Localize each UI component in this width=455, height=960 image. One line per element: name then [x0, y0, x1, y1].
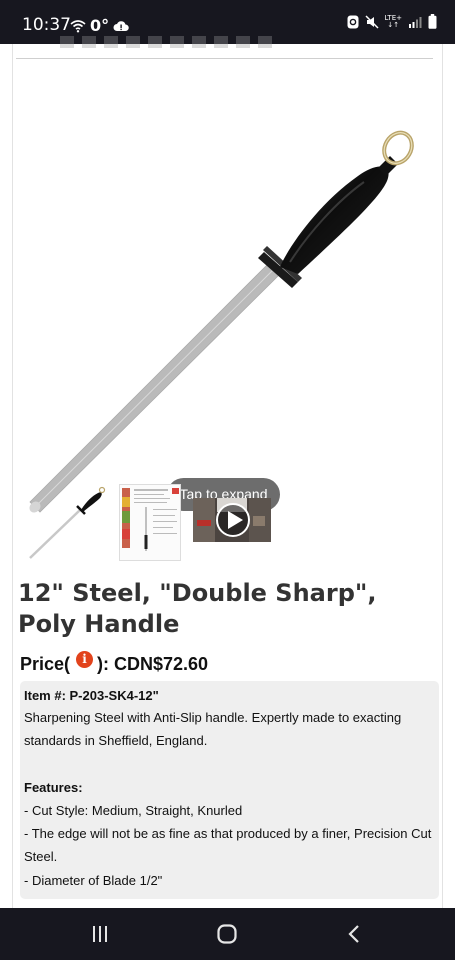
- status-temperature: 0°: [90, 16, 110, 35]
- back-button[interactable]: [339, 922, 369, 946]
- play-icon: [216, 503, 250, 537]
- status-time: 10:37: [22, 15, 71, 35]
- info-icon[interactable]: i: [76, 650, 94, 668]
- feature-item: - The edge will not be as fine as that p…: [24, 826, 432, 865]
- product-main-image[interactable]: Tap to expand: [18, 84, 438, 524]
- divider: [16, 58, 433, 59]
- features-heading: Features:: [24, 779, 83, 795]
- thumbnail-video[interactable]: [193, 498, 271, 542]
- thumbnail-steel[interactable]: [26, 484, 106, 562]
- signal-icon: [409, 16, 422, 28]
- feature-item: - Diameter of Blade 1/2": [24, 872, 163, 888]
- item-number: Item #: P-203-SK4-12": [24, 688, 159, 703]
- truncated-header-text: [60, 36, 280, 48]
- thumbnail-catalog-sheet[interactable]: [119, 484, 181, 561]
- cloud-alert-icon: [113, 20, 129, 31]
- battery-icon: [428, 14, 437, 29]
- product-title: 12" Steel, "Double Sharp", Poly Handle: [18, 579, 377, 638]
- home-icon: [217, 924, 237, 944]
- sharpening-steel-thumbnail-image: [29, 486, 106, 559]
- wifi-icon: [70, 19, 86, 32]
- system-nav-bar: [0, 908, 455, 960]
- status-left-icons: 0°: [70, 16, 129, 35]
- description-summary: Sharpening Steel with Anti-Slip handle. …: [24, 710, 402, 749]
- mute-icon: [364, 14, 379, 29]
- price-value: ): CDN$72.60: [97, 653, 209, 674]
- status-right-icons: LTE+ ↓↑: [347, 14, 438, 29]
- sharpening-steel-image: [29, 130, 414, 513]
- catalog-sheet-thumbnail-image: [120, 485, 180, 560]
- price-row: Price( i ): CDN$72.60: [20, 650, 209, 677]
- back-icon: [348, 925, 359, 943]
- home-button[interactable]: [212, 922, 242, 946]
- feature-item: - Cut Style: Medium, Straight, Knurled: [24, 802, 243, 818]
- data-arrows-icon: ↓↑: [387, 20, 400, 29]
- product-description: Item #: P-203-SK4-12" Sharpening Steel w…: [20, 681, 439, 899]
- lte-indicator: LTE+ ↓↑: [385, 14, 403, 29]
- product-page: Tap to expand 12" Steel, "Double Sharp",…: [0, 36, 455, 908]
- price-label: Price(: [20, 653, 71, 674]
- recents-button[interactable]: [85, 922, 115, 946]
- recents-icon: [93, 926, 107, 942]
- app-notification-icon: [347, 15, 358, 28]
- thumbnail-strip: [0, 484, 455, 564]
